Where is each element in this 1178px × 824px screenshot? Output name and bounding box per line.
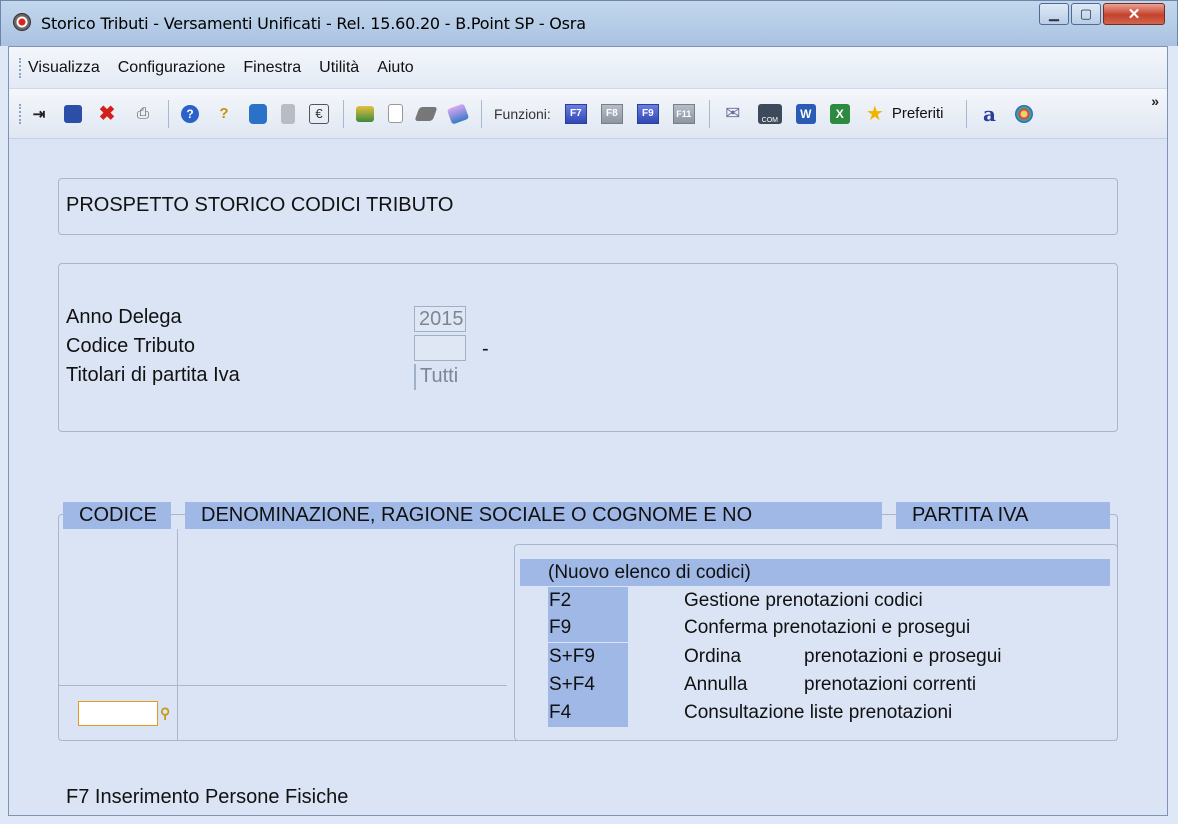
- toolbar-separator: [708, 99, 710, 128]
- table-bottom-divider: [59, 685, 507, 686]
- toolbar-separator: [343, 99, 344, 128]
- calculator-icon[interactable]: [281, 103, 295, 124]
- codice-tributo-label: Codice Tributo: [66, 335, 195, 357]
- maximize-button[interactable]: ▢: [1071, 3, 1101, 25]
- help-icon[interactable]: ?: [181, 104, 199, 123]
- f11-button[interactable]: F11: [672, 103, 695, 124]
- column-header-denominazione[interactable]: DENOMINAZIONE, RAGIONE SOCIALE O COGNOME…: [185, 502, 882, 529]
- titolari-field[interactable]: Tutti: [414, 364, 464, 390]
- footer-hint: F7 Inserimento Persone Fisiche: [66, 786, 349, 808]
- popup-key: F2: [548, 587, 628, 615]
- popup-key: F9: [548, 614, 628, 642]
- exit-icon[interactable]: ⇥: [28, 103, 50, 125]
- popup-text-secondary: prenotazioni correnti: [804, 674, 977, 695]
- popup-text: Annulla: [684, 674, 748, 695]
- f7-button[interactable]: F7: [564, 103, 587, 124]
- popup-key: F4: [548, 699, 628, 727]
- euro-icon[interactable]: €: [309, 103, 329, 124]
- books-icon[interactable]: [356, 105, 374, 122]
- menu-bar: Visualizza Configurazione Finestra Utili…: [9, 47, 1167, 89]
- menu-utilita[interactable]: Utilità: [319, 59, 359, 77]
- menu-grip: [19, 57, 22, 78]
- titolari-label: Titolari di partita Iva: [66, 364, 240, 386]
- word-icon[interactable]: W: [795, 103, 816, 124]
- menu-aiuto[interactable]: Aiuto: [377, 59, 413, 77]
- menu-finestra[interactable]: Finestra: [243, 59, 301, 77]
- hint-icon[interactable]: ?: [213, 103, 235, 125]
- popup-row[interactable]: F4 Consultazione liste prenotazioni: [520, 699, 1110, 727]
- f8-button[interactable]: F8: [600, 103, 623, 124]
- delete-icon[interactable]: ✖: [96, 103, 118, 125]
- popup-row[interactable]: F2 Gestione prenotazioni codici: [520, 587, 1110, 615]
- popup-text: Ordina: [684, 646, 742, 667]
- toolbar-overflow-chevron[interactable]: »: [1151, 93, 1159, 109]
- popup-title: (Nuovo elenco di codici): [548, 562, 751, 583]
- popup-key: S+F9: [548, 643, 628, 671]
- preferiti-button[interactable]: Preferiti: [892, 105, 944, 122]
- mail-icon[interactable]: ✉: [722, 103, 744, 125]
- filter-panel: [58, 263, 1118, 432]
- popup-text-secondary: prenotazioni e prosegui: [804, 646, 1002, 667]
- stack-icon[interactable]: [414, 106, 438, 121]
- toolbar-separator: [168, 99, 169, 128]
- popup-row[interactable]: S+F4 Annulla prenotazioni correnti: [520, 671, 1110, 699]
- font-icon[interactable]: a: [979, 102, 1001, 126]
- window-title: Storico Tributi - Versamenti Unificati -…: [41, 14, 586, 33]
- lookup-icon[interactable]: ⚲: [160, 705, 170, 722]
- codice-search-input[interactable]: [78, 701, 158, 726]
- column-header-partita-iva[interactable]: PARTITA IVA: [896, 502, 1110, 529]
- popup-key: S+F4: [548, 671, 628, 699]
- book-icon[interactable]: [446, 102, 470, 125]
- database-icon[interactable]: [249, 103, 267, 124]
- save-icon[interactable]: [64, 104, 82, 123]
- anno-delega-field[interactable]: 2015: [414, 306, 466, 332]
- menu-visualizza[interactable]: Visualizza: [28, 59, 100, 77]
- codice-tributo-field[interactable]: [414, 335, 466, 361]
- f9-button[interactable]: F9: [636, 103, 659, 124]
- anno-delega-label: Anno Delega: [66, 306, 182, 328]
- palette-icon[interactable]: [1014, 104, 1033, 123]
- print-icon[interactable]: ⎙: [132, 103, 154, 125]
- popup-text: Consultazione liste prenotazioni: [684, 702, 953, 723]
- title-bar: Storico Tributi - Versamenti Unificati -…: [0, 0, 1178, 46]
- app-icon: [13, 13, 31, 31]
- close-button[interactable]: ✕: [1103, 3, 1165, 25]
- toolbar: ⇥ ✖ ⎙ ? ? € Funzioni: F7 F8 F9 F11 ✉ COM…: [9, 89, 1167, 139]
- table-column-divider: [177, 529, 178, 741]
- popup-text: Gestione prenotazioni codici: [684, 590, 923, 611]
- document-icon[interactable]: [388, 104, 403, 123]
- page-title: PROSPETTO STORICO CODICI TRIBUTO: [66, 194, 454, 216]
- funzioni-label: Funzioni:: [494, 105, 551, 122]
- column-header-codice[interactable]: CODICE: [63, 502, 171, 529]
- popup-text: Conferma prenotazioni e prosegui: [684, 617, 971, 638]
- menu-configurazione[interactable]: Configurazione: [118, 59, 226, 77]
- toolbar-grip: [19, 103, 22, 124]
- excel-icon[interactable]: X: [829, 103, 850, 124]
- popup-row[interactable]: F9 Conferma prenotazioni e prosegui: [520, 614, 1110, 642]
- toolbar-separator: [965, 99, 967, 128]
- star-icon[interactable]: ★: [864, 103, 886, 125]
- com-icon[interactable]: COM: [757, 103, 782, 124]
- popup-row[interactable]: S+F9 Ordina prenotazioni e prosegui: [520, 643, 1110, 671]
- minimize-button[interactable]: ▁: [1039, 3, 1069, 25]
- toolbar-separator: [481, 99, 482, 128]
- codice-tributo-dash: -: [482, 338, 489, 360]
